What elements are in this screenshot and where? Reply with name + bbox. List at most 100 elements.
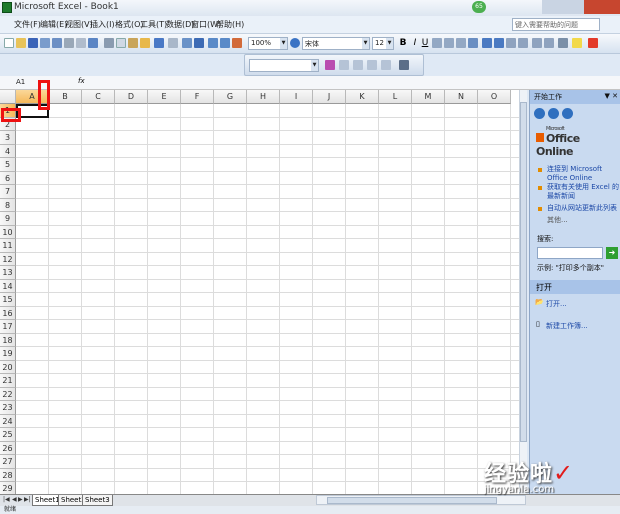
row-header-18[interactable]: 18 xyxy=(0,333,16,347)
sort-descending-icon[interactable] xyxy=(220,38,230,48)
insert-function-icon[interactable]: fx xyxy=(78,77,85,85)
menu-file[interactable]: 文件(F) xyxy=(14,19,41,30)
column-header-n[interactable]: N xyxy=(445,90,478,104)
first-sheet-icon[interactable]: |◀ xyxy=(3,496,10,503)
new-icon[interactable] xyxy=(4,38,14,48)
autosum-icon[interactable] xyxy=(194,38,204,48)
column-header-d[interactable]: D xyxy=(115,90,148,104)
row-header-20[interactable]: 20 xyxy=(0,360,16,374)
column-header-g[interactable]: G xyxy=(214,90,247,104)
style-icon[interactable] xyxy=(325,60,335,70)
notification-badge[interactable]: 65 xyxy=(472,1,486,13)
row-header-23[interactable]: 23 xyxy=(0,401,16,415)
vertical-scroll-thumb[interactable] xyxy=(520,102,527,442)
zoom-select[interactable]: 100% ▼ xyxy=(248,37,288,50)
merge-center-icon[interactable] xyxy=(468,38,478,48)
menu-view[interactable]: 视图(V) xyxy=(65,19,93,30)
print-icon[interactable] xyxy=(64,38,74,48)
connect-office-online-link[interactable]: 连接到 Microsoft Office Online xyxy=(547,165,619,183)
bold-icon[interactable]: B xyxy=(398,38,408,48)
row-header-13[interactable]: 13 xyxy=(0,266,16,280)
row-header-26[interactable]: 26 xyxy=(0,441,16,455)
menu-insert[interactable]: 插入(I) xyxy=(90,19,115,30)
column-header-h[interactable]: H xyxy=(247,90,280,104)
column-header-i[interactable]: I xyxy=(280,90,313,104)
permission-icon[interactable] xyxy=(40,38,50,48)
column-header-c[interactable]: C xyxy=(82,90,115,104)
more-link[interactable]: 其他... xyxy=(547,216,619,225)
back-icon[interactable] xyxy=(534,108,545,119)
close-icon[interactable]: ▼ ✕ xyxy=(605,92,618,100)
row-header-11[interactable]: 11 xyxy=(0,239,16,253)
redo-icon[interactable] xyxy=(168,38,178,48)
close-window-button[interactable] xyxy=(584,0,620,14)
search-go-icon[interactable]: ➜ xyxy=(606,247,618,259)
menu-help[interactable]: 帮助(H) xyxy=(216,19,244,30)
align-icon[interactable] xyxy=(339,60,349,70)
fill-color-icon[interactable] xyxy=(572,38,582,48)
row-header-29[interactable]: 29 xyxy=(0,482,16,494)
task-pane-header[interactable]: 开始工作 ▼ ✕ xyxy=(530,90,620,104)
help-icon[interactable] xyxy=(290,38,300,48)
column-header-f[interactable]: F xyxy=(181,90,214,104)
borders-icon[interactable] xyxy=(558,38,568,48)
row-header-28[interactable]: 28 xyxy=(0,468,16,482)
prev-sheet-icon[interactable]: ◀ xyxy=(12,496,17,503)
open-icon[interactable] xyxy=(16,38,26,48)
currency-icon[interactable] xyxy=(482,38,492,48)
align-right-icon[interactable] xyxy=(456,38,466,48)
name-box[interactable]: A1 xyxy=(2,77,60,89)
next-sheet-icon[interactable]: ▶ xyxy=(18,496,23,503)
row-header-7[interactable]: 7 xyxy=(0,185,16,199)
align-left-icon[interactable] xyxy=(432,38,442,48)
last-sheet-icon[interactable]: ▶| xyxy=(24,496,31,503)
font-color-icon[interactable] xyxy=(588,38,598,48)
save-icon[interactable] xyxy=(28,38,38,48)
email-icon[interactable] xyxy=(52,38,62,48)
worksheet-grid[interactable]: A B C D E F G H I J K L M N O 1 2 3 4 5 6 7 8 9 10 11 12 13 14 15 16 17… xyxy=(0,90,526,494)
font-size-select[interactable]: 12 ▼ xyxy=(372,37,394,50)
row-header-15[interactable]: 15 xyxy=(0,293,16,307)
row-header-22[interactable]: 22 xyxy=(0,387,16,401)
row-header-21[interactable]: 21 xyxy=(0,374,16,388)
print-preview-icon[interactable] xyxy=(76,38,86,48)
chart-wizard-icon[interactable] xyxy=(232,38,242,48)
row-header-3[interactable]: 3 xyxy=(0,131,16,145)
window-controls[interactable] xyxy=(542,0,620,14)
comma-style-icon[interactable] xyxy=(506,38,516,48)
select-all-corner[interactable] xyxy=(0,90,16,104)
row-header-6[interactable]: 6 xyxy=(0,171,16,185)
increase-decimal-icon[interactable] xyxy=(518,38,528,48)
undo-icon[interactable] xyxy=(154,38,164,48)
row-header-24[interactable]: 24 xyxy=(0,414,16,428)
floating-toolbar-select[interactable]: ▼ xyxy=(249,59,319,72)
horizontal-scroll-thumb[interactable] xyxy=(327,497,497,504)
row-header-10[interactable]: 10 xyxy=(0,225,16,239)
row-header-14[interactable]: 14 xyxy=(0,279,16,293)
forward-icon[interactable] xyxy=(548,108,559,119)
row-header-25[interactable]: 25 xyxy=(0,428,16,442)
menu-tools[interactable]: 工具(T) xyxy=(140,19,167,30)
help-search-input[interactable]: 键入需要帮助的问题 xyxy=(512,18,600,31)
row-header-16[interactable]: 16 xyxy=(0,306,16,320)
row-header-9[interactable]: 9 xyxy=(0,212,16,226)
decrease-indent-icon[interactable] xyxy=(532,38,542,48)
auto-update-link[interactable]: 自动从网站更新此列表 xyxy=(547,204,619,213)
cut-icon[interactable] xyxy=(104,38,114,48)
column-header-k[interactable]: K xyxy=(346,90,379,104)
open-file-link[interactable]: 打开... xyxy=(546,299,567,309)
percent-icon[interactable] xyxy=(494,38,504,48)
row-header-12[interactable]: 12 xyxy=(0,252,16,266)
row-header-4[interactable]: 4 xyxy=(0,144,16,158)
new-workbook-link[interactable]: 新建工作簿... xyxy=(546,321,588,331)
hyperlink-icon[interactable] xyxy=(182,38,192,48)
latest-news-link[interactable]: 获取有关使用 Excel 的最新新闻 xyxy=(547,183,619,201)
column-header-o[interactable]: O xyxy=(478,90,511,104)
vertical-scrollbar[interactable] xyxy=(519,90,527,494)
menu-edit[interactable]: 编辑(E) xyxy=(40,19,67,30)
spelling-icon[interactable] xyxy=(88,38,98,48)
sort-ascending-icon[interactable] xyxy=(208,38,218,48)
column-header-j[interactable]: J xyxy=(313,90,346,104)
font-name-select[interactable]: 宋体 ▼ xyxy=(302,37,370,50)
copy-icon[interactable] xyxy=(116,38,126,48)
